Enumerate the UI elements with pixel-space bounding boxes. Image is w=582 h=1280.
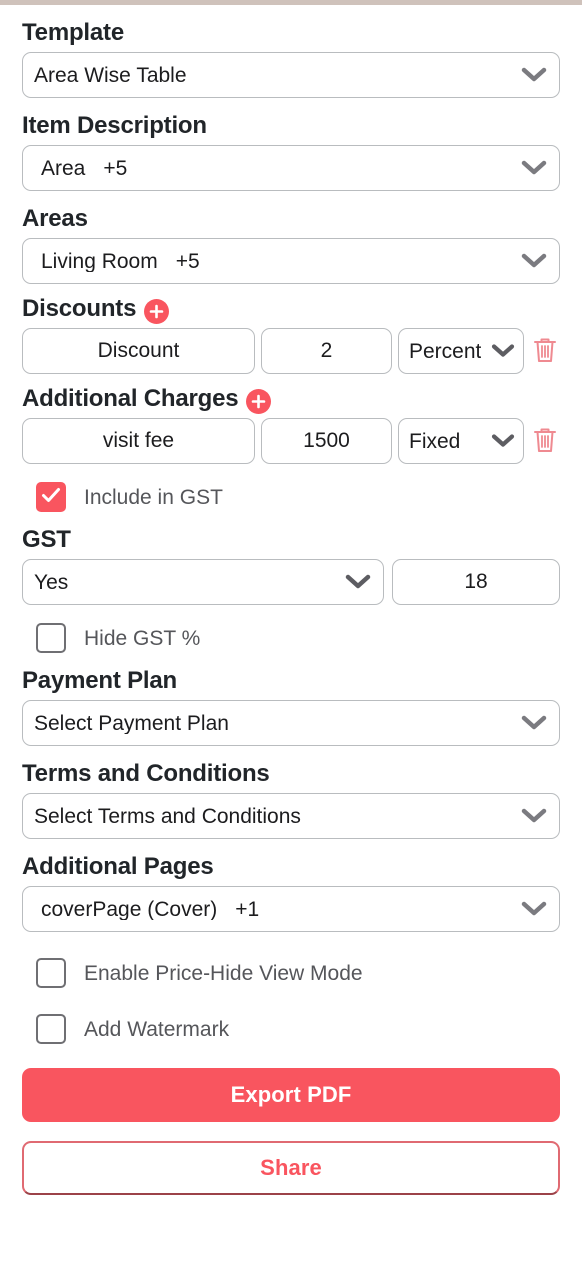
gst-label: GST xyxy=(22,526,71,553)
quotation-settings-form: Template Area Wise Table Item Descriptio… xyxy=(0,19,582,1195)
discount-type-value: Percent xyxy=(409,340,482,362)
additional-pages-value: coverPage (Cover) +1 xyxy=(41,899,259,920)
chevron-down-icon xyxy=(491,344,515,359)
price-hide-view-mode-label: Enable Price-Hide View Mode xyxy=(84,961,363,985)
check-icon xyxy=(41,487,61,508)
payment-plan-label: Payment Plan xyxy=(22,667,177,694)
include-in-gst-row[interactable]: Include in GST xyxy=(22,482,560,512)
plus-circle-icon[interactable] xyxy=(144,298,170,324)
share-button[interactable]: Share xyxy=(22,1141,560,1195)
add-watermark-row[interactable]: Add Watermark xyxy=(22,1014,560,1044)
price-hide-view-mode-row[interactable]: Enable Price-Hide View Mode xyxy=(22,958,560,988)
delete-discount-button[interactable] xyxy=(530,336,560,367)
include-in-gst-checkbox[interactable] xyxy=(36,482,66,512)
charge-name-input[interactable]: visit fee xyxy=(22,418,255,464)
gst-percent-value: 18 xyxy=(464,570,488,593)
hide-gst-percent-label: Hide GST % xyxy=(84,626,201,650)
additional-charges-label-row: Additional Charges xyxy=(22,385,560,414)
discounts-label: Discounts xyxy=(22,295,137,322)
additional-pages-label: Additional Pages xyxy=(22,853,214,880)
discount-name-input[interactable]: Discount xyxy=(22,328,255,374)
terms-and-conditions-value: Select Terms and Conditions xyxy=(34,805,301,827)
export-pdf-button[interactable]: Export PDF xyxy=(22,1068,560,1122)
price-hide-view-mode-checkbox[interactable] xyxy=(36,958,66,988)
discounts-label-row: Discounts xyxy=(22,295,560,324)
gst-row: Yes 18 xyxy=(22,559,560,605)
template-label: Template xyxy=(22,19,124,46)
areas-extra-count: +5 xyxy=(175,250,200,272)
item-description-extra-count: +5 xyxy=(103,157,128,179)
item-description-label: Item Description xyxy=(22,112,207,139)
add-watermark-label: Add Watermark xyxy=(84,1017,230,1041)
top-accent-strip xyxy=(0,0,582,5)
add-watermark-checkbox[interactable] xyxy=(36,1014,66,1044)
discount-row: Discount 2 Percent xyxy=(22,328,560,374)
chevron-down-icon xyxy=(521,67,547,83)
item-description-select[interactable]: Area +5 xyxy=(22,145,560,191)
areas-label: Areas xyxy=(22,205,88,232)
areas-value: Living Room +5 xyxy=(41,251,200,272)
trash-icon xyxy=(532,336,558,367)
chevron-down-icon xyxy=(521,901,547,917)
template-value: Area Wise Table xyxy=(34,64,187,86)
chevron-down-icon xyxy=(521,160,547,176)
discount-amount-input[interactable]: 2 xyxy=(261,328,392,374)
gst-enabled-select[interactable]: Yes xyxy=(22,559,384,605)
hide-gst-percent-checkbox[interactable] xyxy=(36,623,66,653)
discount-amount-value: 2 xyxy=(320,339,333,362)
terms-and-conditions-select[interactable]: Select Terms and Conditions xyxy=(22,793,560,839)
additional-pages-extra-count: +1 xyxy=(235,898,260,920)
payment-plan-value: Select Payment Plan xyxy=(34,712,229,734)
charge-amount-input[interactable]: 1500 xyxy=(261,418,392,464)
include-in-gst-label: Include in GST xyxy=(84,485,223,509)
chevron-down-icon xyxy=(491,434,515,449)
item-description-main: Area xyxy=(41,157,86,179)
delete-charge-button[interactable] xyxy=(530,426,560,457)
discount-type-select[interactable]: Percent xyxy=(398,328,524,374)
chevron-down-icon xyxy=(521,715,547,731)
hide-gst-percent-row[interactable]: Hide GST % xyxy=(22,623,560,653)
additional-charges-label: Additional Charges xyxy=(22,385,239,412)
payment-plan-select[interactable]: Select Payment Plan xyxy=(22,700,560,746)
gst-enabled-value: Yes xyxy=(34,571,69,593)
additional-charge-row: visit fee 1500 Fixed xyxy=(22,418,560,464)
chevron-down-icon xyxy=(521,253,547,269)
charge-type-value: Fixed xyxy=(409,430,461,452)
areas-main: Living Room xyxy=(41,250,158,272)
chevron-down-icon xyxy=(345,574,371,590)
additional-pages-main: coverPage (Cover) xyxy=(41,898,218,920)
discount-name-value: Discount xyxy=(97,339,180,362)
chevron-down-icon xyxy=(521,808,547,824)
gst-percent-input[interactable]: 18 xyxy=(392,559,560,605)
charge-name-value: visit fee xyxy=(102,429,175,452)
terms-and-conditions-label: Terms and Conditions xyxy=(22,760,270,787)
plus-circle-icon[interactable] xyxy=(246,388,272,414)
trash-icon xyxy=(532,426,558,457)
item-description-value: Area +5 xyxy=(41,158,127,179)
areas-select[interactable]: Living Room +5 xyxy=(22,238,560,284)
charge-amount-value: 1500 xyxy=(303,429,350,452)
template-select[interactable]: Area Wise Table xyxy=(22,52,560,98)
additional-pages-select[interactable]: coverPage (Cover) +1 xyxy=(22,886,560,932)
charge-type-select[interactable]: Fixed xyxy=(398,418,524,464)
